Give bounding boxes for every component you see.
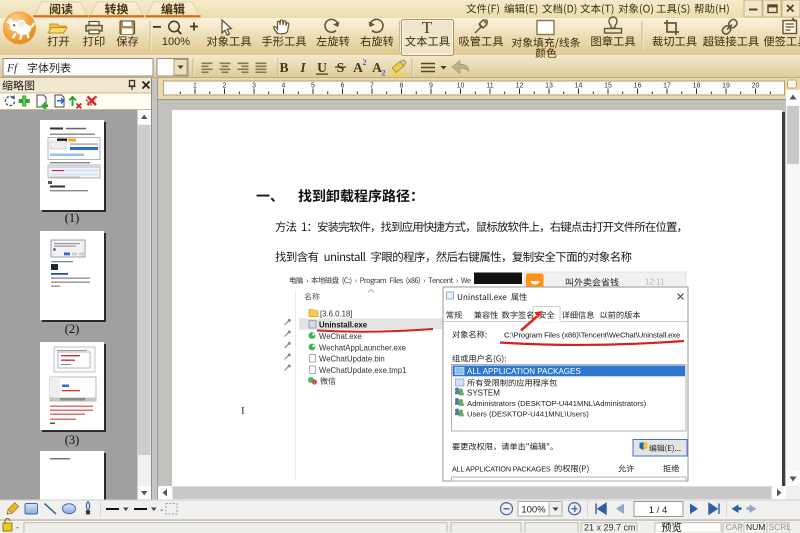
svg-text:Uninstall.exe: Uninstall.exe	[319, 321, 368, 330]
svg-text:(3): (3)	[65, 433, 80, 447]
svg-text:Administrators (DESKTOP-U441MN: Administrators (DESKTOP-U441MNL\Administ…	[467, 399, 647, 408]
svg-text:C:\Program Files (x86)\Tencent: C:\Program Files (x86)\Tencent\WeChat\Un…	[504, 331, 680, 340]
svg-text:15: 15	[604, 83, 612, 90]
svg-text:19: 19	[722, 83, 730, 90]
svg-text:16: 16	[634, 83, 642, 90]
svg-text:2: 2	[223, 83, 227, 90]
svg-text:20: 20	[752, 83, 760, 90]
svg-text:ALL APPLICATION PACKAGES: ALL APPLICATION PACKAGES	[467, 367, 581, 376]
svg-text:1: 1	[193, 83, 197, 90]
svg-text:(2): (2)	[65, 322, 80, 336]
svg-text:Ff: Ff	[6, 63, 19, 75]
svg-text:I: I	[299, 60, 306, 75]
svg-text:B: B	[279, 60, 288, 75]
svg-text:4: 4	[282, 83, 286, 90]
svg-text:10: 10	[457, 83, 465, 90]
svg-text:12: 12	[516, 83, 524, 90]
svg-text:WeChatUpdate.exe.tmp1: WeChatUpdate.exe.tmp1	[319, 366, 406, 375]
svg-text:SCRL: SCRL	[769, 522, 792, 532]
svg-text:12:11: 12:11	[645, 278, 665, 287]
svg-text:-: -	[160, 505, 163, 516]
svg-text:2: 2	[363, 58, 367, 67]
svg-text:8: 8	[400, 83, 404, 90]
svg-text:6: 6	[341, 83, 345, 90]
svg-text:NUM: NUM	[746, 522, 765, 532]
svg-text:9: 9	[429, 83, 433, 90]
svg-text:ALL APPLICATION PACKAGES: ALL APPLICATION PACKAGES	[452, 465, 551, 474]
svg-text:100%: 100%	[521, 505, 546, 516]
svg-text:100%: 100%	[162, 36, 190, 48]
svg-text:[3.6.0.18]: [3.6.0.18]	[320, 310, 353, 319]
svg-text:-: -	[16, 523, 19, 533]
svg-text:T: T	[422, 18, 433, 37]
svg-text:11: 11	[486, 83, 493, 90]
svg-text:I: I	[241, 405, 245, 417]
svg-text:Users (DESKTOP-U441MNL\Users): Users (DESKTOP-U441MNL\Users)	[467, 410, 589, 419]
svg-text:21 x 29.7 cm: 21 x 29.7 cm	[584, 522, 636, 532]
svg-text:18: 18	[693, 83, 701, 90]
svg-text:3: 3	[252, 83, 256, 90]
svg-text:5: 5	[311, 83, 315, 90]
svg-text:7: 7	[370, 83, 374, 90]
svg-text:WeChatUpdate.bin: WeChatUpdate.bin	[319, 355, 385, 364]
svg-text:2: 2	[382, 69, 386, 78]
svg-text:13: 13	[545, 83, 553, 90]
svg-text:WeChat.exe: WeChat.exe	[319, 332, 362, 341]
svg-text:SYSTEM: SYSTEM	[467, 389, 500, 398]
svg-text:U: U	[317, 60, 327, 75]
svg-text:(1): (1)	[65, 211, 80, 225]
svg-text:17: 17	[663, 83, 671, 90]
svg-text:14: 14	[575, 83, 583, 90]
svg-text:1 / 4: 1 / 4	[649, 505, 668, 516]
svg-text:WechatAppLauncher.exe: WechatAppLauncher.exe	[319, 344, 406, 353]
svg-text:CAP: CAP	[726, 522, 744, 532]
